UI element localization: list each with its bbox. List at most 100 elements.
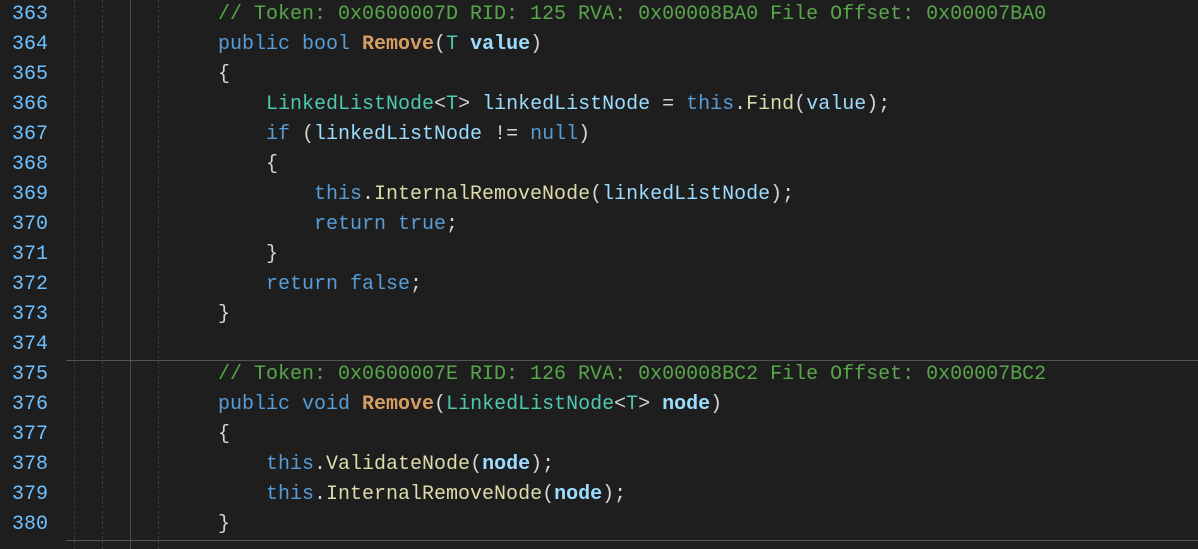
code-line[interactable]: public void Remove(LinkedListNode<T> nod…: [66, 390, 1198, 420]
code-line[interactable]: {: [66, 420, 1198, 450]
code-line[interactable]: {: [66, 150, 1198, 180]
token: );: [530, 453, 554, 476]
line-number: 370: [8, 210, 48, 240]
token: {: [218, 423, 230, 446]
token: }: [218, 303, 230, 326]
token: =: [650, 93, 686, 116]
token: (: [434, 33, 446, 56]
code-line[interactable]: }: [66, 300, 1198, 330]
token: InternalRemoveNode: [326, 483, 542, 506]
token: !=: [482, 123, 530, 146]
token: >: [638, 393, 662, 416]
token: .: [314, 453, 326, 476]
token: Remove: [362, 33, 434, 56]
line-number: 364: [8, 30, 48, 60]
token: linkedListNode: [602, 183, 770, 206]
token: ValidateNode: [326, 453, 470, 476]
token: <: [434, 93, 446, 116]
token: true: [398, 213, 446, 236]
code-line[interactable]: [66, 330, 1198, 360]
code-line[interactable]: }: [66, 240, 1198, 270]
token: );: [770, 183, 794, 206]
code-line[interactable]: public bool Remove(T value): [66, 30, 1198, 60]
code-line[interactable]: if (linkedListNode != null): [66, 120, 1198, 150]
token: linkedListNode: [314, 123, 482, 146]
token: ): [578, 123, 590, 146]
line-number: 376: [8, 390, 48, 420]
token: Find: [746, 93, 794, 116]
token: return: [314, 213, 386, 236]
token: <: [614, 393, 626, 416]
line-number: 377: [8, 420, 48, 450]
line-number: 369: [8, 180, 48, 210]
code-line[interactable]: // Token: 0x0600007E RID: 126 RVA: 0x000…: [66, 360, 1198, 390]
code-line[interactable]: LinkedListNode<T> linkedListNode = this.…: [66, 90, 1198, 120]
token: linkedListNode: [482, 93, 650, 116]
code-line[interactable]: {: [66, 60, 1198, 90]
code-lines[interactable]: // Token: 0x0600007D RID: 125 RVA: 0x000…: [66, 0, 1198, 540]
token: ;: [446, 213, 458, 236]
line-number-gutter: 3633643653663673683693703713723733743753…: [0, 0, 66, 549]
token: return: [266, 273, 338, 296]
line-number: 368: [8, 150, 48, 180]
token: bool: [302, 33, 362, 56]
token: [386, 213, 398, 236]
token: LinkedListNode: [446, 393, 614, 416]
code-line[interactable]: this.ValidateNode(node);: [66, 450, 1198, 480]
token: (: [542, 483, 554, 506]
token: .: [734, 93, 746, 116]
token: public: [218, 33, 302, 56]
code-line[interactable]: return true;: [66, 210, 1198, 240]
code-line[interactable]: this.InternalRemoveNode(linkedListNode);: [66, 180, 1198, 210]
code-editor[interactable]: 3633643653663673683693703713723733743753…: [0, 0, 1198, 549]
token: Remove: [362, 393, 434, 416]
token: node: [662, 393, 710, 416]
line-number: 380: [8, 510, 48, 540]
token: this: [266, 483, 314, 506]
token: );: [866, 93, 890, 116]
code-line[interactable]: this.InternalRemoveNode(node);: [66, 480, 1198, 510]
token: T: [446, 93, 458, 116]
line-number: 378: [8, 450, 48, 480]
token: value: [470, 33, 530, 56]
token: [458, 33, 470, 56]
line-number: 374: [8, 330, 48, 360]
token: (: [434, 393, 446, 416]
token: node: [554, 483, 602, 506]
token: value: [806, 93, 866, 116]
token: if: [266, 123, 290, 146]
token: LinkedListNode: [266, 93, 434, 116]
token: this: [314, 183, 362, 206]
token: T: [446, 33, 458, 56]
line-number: 372: [8, 270, 48, 300]
token: {: [218, 63, 230, 86]
token: ;: [410, 273, 422, 296]
token: // Token: 0x0600007E RID: 126 RVA: 0x000…: [218, 363, 1046, 386]
token: node: [482, 453, 530, 476]
token: this: [266, 453, 314, 476]
token: {: [266, 153, 278, 176]
token: }: [218, 513, 230, 536]
code-line[interactable]: return false;: [66, 270, 1198, 300]
line-number: 366: [8, 90, 48, 120]
token: ): [530, 33, 542, 56]
codelens-separator: [66, 360, 1198, 361]
token: >: [458, 93, 482, 116]
token: ): [710, 393, 722, 416]
line-number: 375: [8, 360, 48, 390]
token: [338, 273, 350, 296]
token: (: [794, 93, 806, 116]
codelens-separator: [66, 540, 1198, 541]
line-number: 371: [8, 240, 48, 270]
line-number: 373: [8, 300, 48, 330]
token: }: [266, 243, 278, 266]
code-line[interactable]: // Token: 0x0600007D RID: 125 RVA: 0x000…: [66, 0, 1198, 30]
token: .: [362, 183, 374, 206]
token: false: [350, 273, 410, 296]
token: T: [626, 393, 638, 416]
token: );: [602, 483, 626, 506]
code-area[interactable]: // Token: 0x0600007D RID: 125 RVA: 0x000…: [66, 0, 1198, 549]
code-line[interactable]: }: [66, 510, 1198, 540]
token: .: [314, 483, 326, 506]
token: (: [470, 453, 482, 476]
